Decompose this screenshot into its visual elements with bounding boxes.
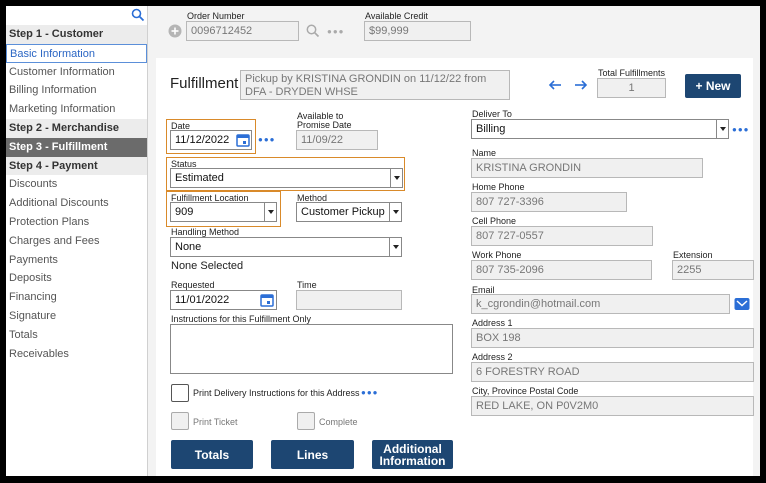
available-credit-field: $99,999 — [364, 21, 471, 41]
print-delivery-checkbox[interactable] — [171, 384, 189, 402]
promise-date-field: 11/09/22 — [296, 130, 378, 150]
deliver-to-select[interactable]: Billing — [471, 119, 729, 139]
instructions-textarea[interactable] — [170, 324, 453, 374]
sidebar-item-step-3-fulfillment[interactable]: Step 3 - Fulfillment — [6, 137, 147, 157]
chevron-down-icon[interactable] — [716, 120, 728, 138]
search-icon[interactable] — [306, 24, 320, 38]
method-value: Customer Pickup — [301, 206, 385, 218]
sidebar-item-payments[interactable]: Payments — [6, 251, 147, 270]
time-label: Time — [297, 280, 317, 290]
home-phone-field: 807 727-3396 — [471, 192, 627, 212]
sidebar-item-receivables[interactable]: Receivables — [6, 345, 147, 364]
sidebar-item-step-1-customer[interactable]: Step 1 - Customer — [6, 25, 147, 44]
sidebar-item-deposits[interactable]: Deposits — [6, 269, 147, 288]
order-header: Order Number 0096712452 ●●● Available Cr… — [148, 6, 760, 56]
sidebar-item-additional-discounts[interactable]: Additional Discounts — [6, 194, 147, 213]
lines-button[interactable]: Lines — [271, 440, 354, 469]
sidebar: Step 1 - Customer Basic Information Custom… — [6, 6, 148, 476]
promise-date-label-2: Promise Date — [297, 120, 352, 130]
location-value: 909 — [175, 206, 194, 218]
sidebar-item-discounts[interactable]: Discounts — [6, 175, 147, 194]
fulfillment-title: Fulfillment — [170, 75, 239, 92]
totals-button[interactable]: Totals — [171, 440, 253, 469]
status-select[interactable]: Estimated — [170, 168, 403, 188]
add-circle-icon[interactable] — [168, 24, 182, 38]
arrow-right-icon[interactable] — [574, 78, 588, 92]
additional-label-1: Additional — [383, 441, 442, 456]
address1-label: Address 1 — [472, 318, 513, 328]
sidebar-item-charges-and-fees[interactable]: Charges and Fees — [6, 232, 147, 251]
instructions-label: Instructions for this Fulfillment Only — [171, 314, 312, 324]
chevron-down-icon[interactable] — [389, 203, 401, 221]
sidebar-item-protection-plans[interactable]: Protection Plans — [6, 213, 147, 232]
chevron-down-icon[interactable] — [264, 203, 276, 221]
search-icon[interactable] — [131, 8, 145, 22]
arrow-left-icon[interactable] — [548, 78, 562, 92]
home-phone-label: Home Phone — [472, 182, 525, 192]
fulfillment-description: Pickup by KRISTINA GRONDIN on 11/12/22 f… — [240, 70, 510, 100]
complete-label: Complete — [319, 417, 358, 427]
additional-label-2: Information — [379, 453, 446, 468]
sidebar-item-totals[interactable]: Totals — [6, 326, 147, 345]
status-value: Estimated — [175, 172, 224, 184]
sidebar-item-basic-information[interactable]: Basic Information — [6, 43, 147, 63]
email-icon[interactable] — [734, 297, 750, 311]
deliver-to-value: Billing — [476, 123, 506, 135]
sidebar-item-customer-information[interactable]: Customer Information — [6, 63, 147, 82]
chevron-down-icon[interactable] — [389, 238, 401, 256]
sidebar-item-billing-information[interactable]: Billing Information — [6, 81, 147, 100]
handling-select[interactable]: None — [170, 237, 402, 257]
total-fulfillments-field: 1 — [597, 78, 666, 98]
name-field: KRISTINA GRONDIN — [471, 158, 703, 178]
complete-checkbox[interactable] — [297, 412, 315, 430]
chevron-down-icon[interactable] — [390, 169, 402, 187]
handling-value: None — [175, 241, 202, 253]
none-selected-text: None Selected — [171, 260, 244, 272]
cell-phone-label: Cell Phone — [472, 216, 517, 226]
available-credit-label: Available Credit — [365, 11, 428, 21]
app-window: Step 1 - Customer Basic Information Custom… — [6, 6, 760, 476]
date-options-icon[interactable]: ●●● — [258, 135, 276, 145]
deliver-to-label: Deliver To — [472, 109, 512, 119]
name-label: Name — [472, 148, 497, 158]
method-select[interactable]: Customer Pickup — [296, 202, 402, 222]
fulfillment-panel: Fulfillment Pickup by KRISTINA GRONDIN o… — [156, 58, 754, 476]
print-ticket-checkbox[interactable] — [171, 412, 189, 430]
sidebar-nav: Step 1 - Customer Basic Information Custom… — [6, 25, 147, 363]
sidebar-item-step-4-payment[interactable]: Step 4 - Payment — [6, 156, 147, 176]
more-options-icon[interactable]: ●●● — [327, 27, 345, 37]
work-phone-label: Work Phone — [472, 250, 522, 260]
requested-label: Requested — [171, 280, 215, 290]
sidebar-item-signature[interactable]: Signature — [6, 307, 147, 326]
sidebar-item-marketing-information[interactable]: Marketing Information — [6, 100, 147, 119]
extension-label: Extension — [673, 250, 713, 260]
address2-label: Address 2 — [472, 352, 513, 362]
location-select[interactable]: 909 — [170, 202, 277, 222]
address1-field: BOX 198 — [471, 328, 754, 348]
work-phone-field: 807 735-2096 — [471, 260, 652, 280]
print-delivery-label: Print Delivery Instructions for this Add… — [193, 388, 360, 398]
print-delivery-options-icon[interactable]: ●●● — [361, 388, 379, 398]
main-content: Order Number 0096712452 ●●● Available Cr… — [148, 6, 760, 476]
sidebar-item-financing[interactable]: Financing — [6, 288, 147, 307]
calendar-icon[interactable] — [260, 293, 274, 307]
order-number-field[interactable]: 0096712452 — [186, 21, 299, 41]
deliver-options-icon[interactable]: ●●● — [732, 125, 750, 135]
city-label: City, Province Postal Code — [472, 386, 579, 396]
time-field[interactable] — [296, 290, 402, 310]
calendar-icon[interactable] — [236, 133, 250, 147]
new-fulfillment-button[interactable]: + New — [685, 74, 741, 98]
cell-phone-field: 807 727-0557 — [471, 226, 653, 246]
order-number-label: Order Number — [187, 11, 245, 21]
additional-information-button[interactable]: Additional Information — [372, 440, 453, 469]
total-fulfillments-label: Total Fulfillments — [598, 68, 666, 78]
sidebar-item-step-2-merchandise[interactable]: Step 2 - Merchandise — [6, 118, 147, 138]
handling-label: Handling Method — [171, 227, 240, 237]
email-field: k_cgrondin@hotmail.com — [471, 294, 730, 314]
extension-field: 2255 — [672, 260, 754, 280]
city-field: RED LAKE, ON P0V2M0 — [471, 396, 754, 416]
address2-field: 6 FORESTRY ROAD — [471, 362, 754, 382]
print-ticket-label: Print Ticket — [193, 417, 238, 427]
